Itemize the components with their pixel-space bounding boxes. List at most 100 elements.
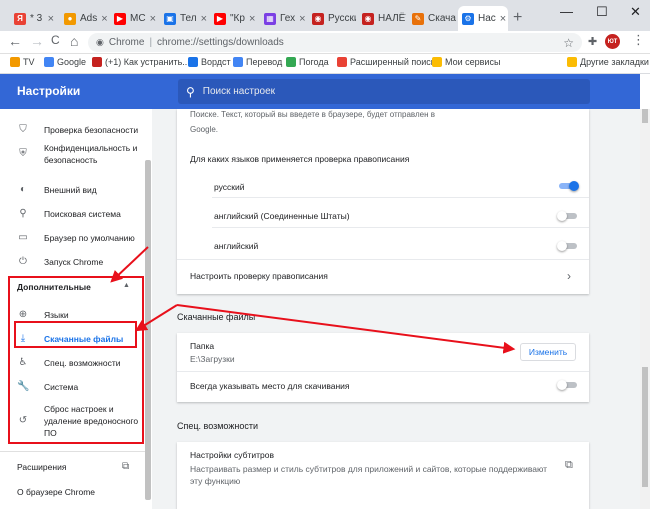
profile-avatar[interactable]: ЮТ: [605, 34, 620, 49]
downloads-card: Папка E:\Загрузки Изменить Всегда указыв…: [177, 333, 589, 402]
tab-5[interactable]: ▦ Гех ×: [260, 6, 306, 31]
customize-spellcheck-link[interactable]: Настроить проверку правописания: [190, 271, 328, 281]
new-tab-button[interactable]: +: [513, 9, 522, 27]
tab-1[interactable]: ● Ads ×: [60, 6, 108, 31]
row-divider: [212, 197, 589, 198]
ask-where-label: Всегда указывать место для скачивания: [190, 381, 350, 391]
tab-close-icon[interactable]: ×: [101, 13, 107, 25]
sidebar-scrollbar[interactable]: [145, 160, 151, 500]
bookmark-label: Другие закладки: [580, 57, 649, 67]
extensions-puzzle-icon[interactable]: ✚: [588, 35, 597, 48]
main-scrollbar-thumb[interactable]: [642, 367, 648, 487]
privacy-icon: ⛨: [19, 148, 27, 159]
main-scrollbar[interactable]: [640, 109, 650, 509]
appearance-icon: ◐: [19, 184, 27, 195]
reload-icon[interactable]: C: [51, 33, 60, 47]
back-arrow-icon[interactable]: ←: [8, 33, 22, 49]
bookmark-item[interactable]: (+1) Как устранить...: [92, 57, 190, 67]
minimize-button[interactable]: —: [560, 4, 573, 19]
address-bar[interactable]: ◉ Chrome | chrome://settings/downloads ☆: [88, 33, 582, 52]
tab-7[interactable]: ◉НАЛЁТ×: [358, 6, 406, 31]
forward-arrow-icon[interactable]: →: [30, 33, 44, 49]
annotation-box-downloads: [14, 321, 137, 348]
close-window-button[interactable]: ✕: [630, 4, 641, 20]
bookmark-favicon-icon: [44, 57, 54, 67]
bookmark-star-icon[interactable]: ☆: [563, 36, 574, 50]
sidebar-item-label: Поисковая система: [44, 209, 121, 219]
download-folder-label: Папка: [190, 341, 215, 351]
tab-close-icon[interactable]: ×: [500, 13, 506, 25]
download-folder-path: E:\Загрузки: [190, 354, 235, 364]
browser-toolbar: ← → C ⌂ ◉ Chrome | chrome://settings/dow…: [0, 31, 650, 54]
sidebar-item-appearance[interactable]: ◐ Внешний вид: [0, 179, 145, 201]
accessibility-section-title: Спец. возможности: [177, 421, 258, 431]
tab-close-icon[interactable]: ×: [150, 13, 156, 25]
language-english-us-toggle[interactable]: [557, 211, 579, 221]
tab-4[interactable]: ▶ "Кр ×: [210, 6, 258, 31]
tab-close-icon[interactable]: ×: [299, 13, 305, 25]
external-link-icon[interactable]: ⧉: [565, 459, 573, 472]
bookmark-item[interactable]: Вордст: [188, 57, 231, 67]
external-link-icon: ⧉: [122, 461, 130, 472]
sidebar-item-default-browser[interactable]: ▭ Браузер по умолчанию: [0, 227, 145, 249]
tab-3[interactable]: ▣ Тел ×: [160, 6, 208, 31]
chevron-right-icon[interactable]: ›: [567, 269, 571, 283]
bookmark-item[interactable]: Расширенный поиск: [337, 57, 435, 67]
bookmark-item[interactable]: Мои сервисы: [432, 57, 500, 67]
tab-2[interactable]: ▶ МС ×: [110, 6, 158, 31]
home-icon[interactable]: ⌂: [70, 33, 78, 49]
language-russian: русский: [214, 182, 245, 192]
bookmark-item[interactable]: Погода: [286, 57, 329, 67]
page-title: Настройки: [17, 84, 81, 98]
tab-title: Гех: [280, 13, 296, 24]
sidebar-item-safety-check[interactable]: ⛉ Проверка безопасности: [0, 119, 145, 141]
tab-favicon-icon: ◉: [362, 12, 374, 25]
language-english-toggle[interactable]: [557, 241, 579, 251]
sidebar-item-label: Браузер по умолчанию: [44, 233, 135, 243]
sidebar-item-about[interactable]: О браузере Chrome: [0, 484, 145, 500]
sidebar-item-extensions[interactable]: Расширения ⧉: [0, 459, 145, 475]
tab-6[interactable]: ◉Русских×: [308, 6, 356, 31]
address-separator: |: [149, 37, 153, 48]
bookmark-item[interactable]: Перевод: [233, 57, 282, 67]
tab-8[interactable]: ✎Скачать×: [408, 6, 456, 31]
tab-favicon-icon: ✎: [412, 12, 424, 25]
bookmark-favicon-icon: [188, 57, 198, 67]
bookmark-favicon-icon: [233, 57, 243, 67]
tab-title: Ads: [80, 13, 98, 24]
tab-title: Русских: [328, 13, 356, 24]
bookmarks-bar: TV Google (+1) Как устранить... Вордст Перев…: [0, 54, 650, 74]
downloads-section-title: Скачанные файлы: [177, 312, 256, 322]
tab-title: Тел: [180, 13, 197, 24]
address-url: chrome://settings/downloads: [157, 37, 284, 48]
tab-close-icon[interactable]: ×: [201, 13, 207, 25]
spellcheck-description: Поиске. Текст, который вы введете в брау…: [190, 110, 435, 119]
bookmark-item[interactable]: Google: [44, 57, 86, 67]
tab-favicon-icon: ▦: [264, 12, 276, 25]
change-folder-button[interactable]: Изменить: [520, 343, 576, 361]
main-scrollbar-top[interactable]: [642, 109, 648, 123]
row-divider: [177, 259, 589, 260]
tab-close-icon[interactable]: ×: [249, 13, 255, 25]
settings-search-input[interactable]: ⚲ Поиск настроек: [178, 79, 590, 104]
tab-close-icon[interactable]: ×: [48, 13, 54, 25]
sidebar-item-privacy[interactable]: ⛨ Конфиденциальность и безопасность: [0, 143, 145, 165]
bookmark-item[interactable]: TV: [10, 57, 35, 67]
ask-where-toggle[interactable]: [557, 380, 579, 390]
sidebar-item-on-startup[interactable]: ⏻ Запуск Chrome: [0, 251, 145, 273]
search-engine-icon: ⚲: [19, 208, 27, 219]
tab-9[interactable]: ⚙ Нас ×: [458, 6, 508, 31]
maximize-button[interactable]: ☐: [596, 4, 608, 20]
language-russian-toggle[interactable]: [557, 181, 579, 191]
annotation-box-advanced: [8, 276, 144, 444]
browser-window: Я* 3×●Ads×▶МС×▣Тел×▶"Кр×▦Гех×◉Русских×◉Н…: [0, 0, 650, 509]
bookmark-item[interactable]: Другие закладки: [567, 57, 649, 67]
settings-main: Поиске. Текст, который вы введете в брау…: [152, 109, 640, 509]
bookmark-label: Вордст: [201, 57, 231, 67]
sidebar-item-search-engine[interactable]: ⚲ Поисковая система: [0, 203, 145, 225]
languages-heading: Для каких языков применяется проверка пр…: [190, 154, 410, 164]
menu-kebab-icon[interactable]: ⋮: [632, 32, 645, 48]
row-divider: [212, 227, 589, 228]
tab-0[interactable]: Я * 3 ×: [10, 6, 58, 31]
bookmark-label: Перевод: [246, 57, 283, 67]
